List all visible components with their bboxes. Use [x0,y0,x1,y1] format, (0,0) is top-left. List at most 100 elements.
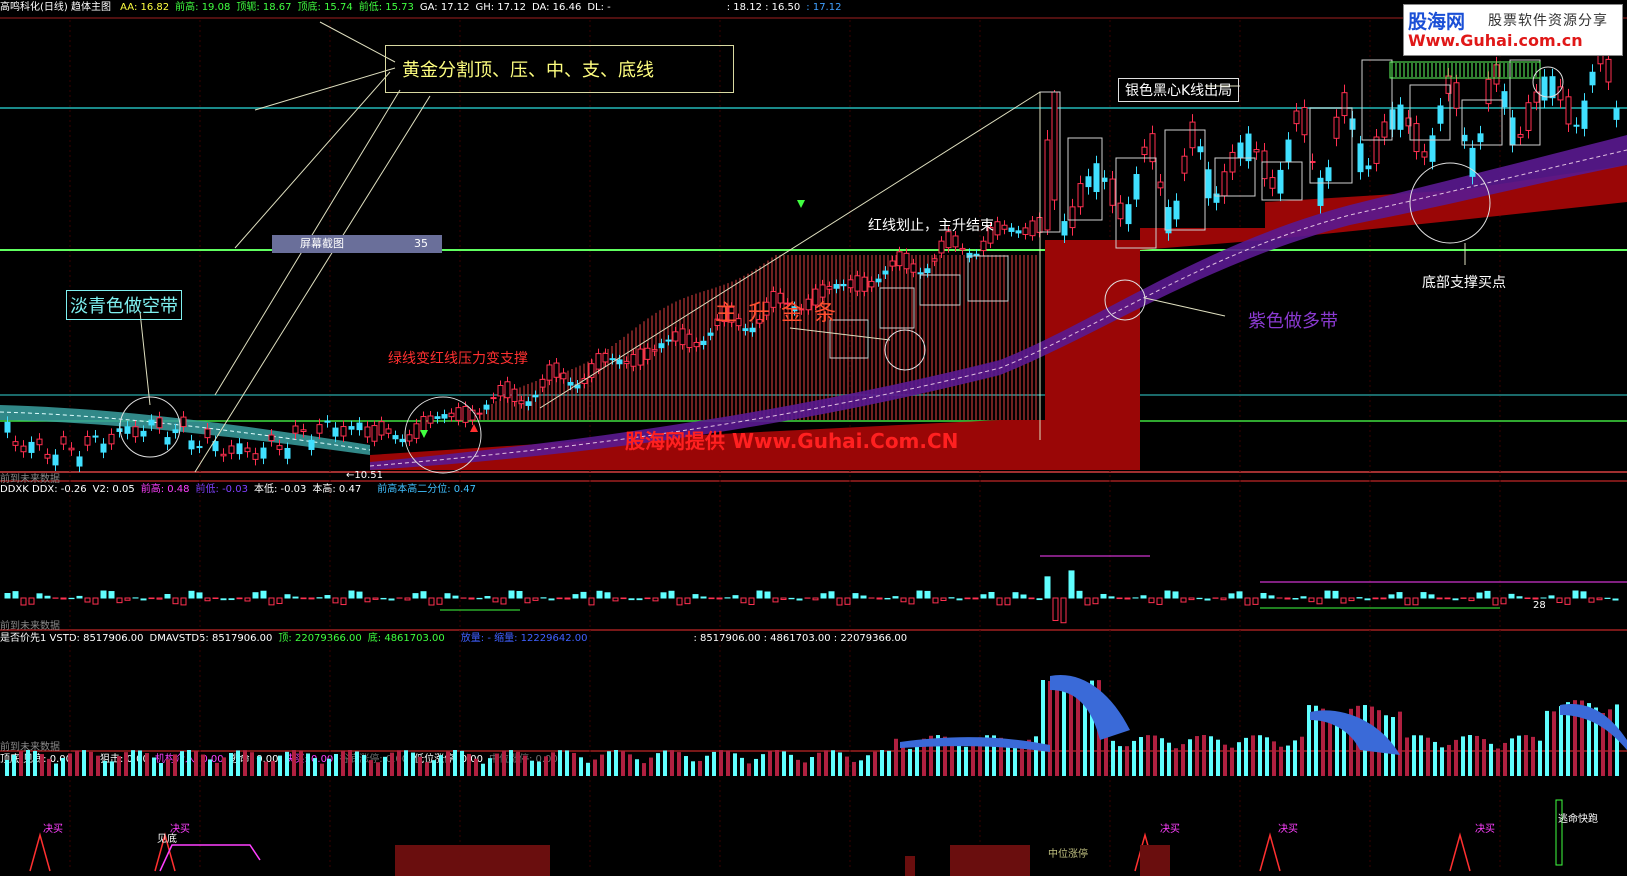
candle-body [340,426,347,437]
vstd-bar [628,754,632,776]
ddx-bar [1244,597,1251,606]
candle-body [100,443,107,453]
vstd-bar [1167,742,1171,776]
vstd-bar [1013,747,1017,776]
vstd-bar [894,738,898,776]
vstd-bar [467,753,471,776]
candle-body [441,414,448,419]
low-price-label: ←10.51 [346,470,384,481]
main-rise-label: 主 升 金 条 [715,301,838,326]
candle-body [1189,121,1196,149]
vstd-bar [26,750,30,776]
ddx-bar [60,597,67,600]
vstd-bar [1412,735,1416,776]
ddx-bar [1428,594,1435,599]
ddx-bar [356,591,363,599]
ddx-bar [1452,598,1459,601]
candle-body [68,447,75,451]
candle-body [630,354,637,367]
candle-body [413,423,420,439]
vstd-bar [334,753,338,776]
ddx-bar [420,591,427,599]
vstd-bar [1300,736,1304,776]
ddx-bar [1012,592,1019,599]
ddx-bar [332,597,339,604]
future-data-note: 前到未来数据 [0,474,60,485]
ddx-bar [1220,597,1227,601]
ddx-bar [1396,592,1403,599]
vstd-bar [12,754,16,776]
vstd-bar [803,762,807,776]
ddx-bar [532,597,539,601]
vstd-bar [971,741,975,776]
candle-body [1373,136,1380,164]
ddx-bar [244,597,251,602]
candle-body [52,454,59,466]
ddx-bar [1060,597,1067,624]
ddx-bar [1364,598,1371,601]
candle-body [560,372,567,380]
vstd-bar [432,760,436,776]
candle-body [1509,117,1516,145]
vstd-bar [40,754,44,776]
candle-body [637,348,644,366]
ddx-bar [1180,597,1187,603]
vstd-bar [418,756,422,776]
vstd-bar [390,752,394,776]
candle-body [616,359,623,365]
ddx-bar [92,597,99,605]
ddx-bar [1548,595,1555,599]
ddx-bar [44,595,51,599]
candle-body [1309,161,1316,164]
vstd-bar [957,745,961,776]
vstd-bar [131,750,135,776]
vstd-bar [222,757,226,776]
vstd-bar [1293,740,1297,776]
vstd-bar [1237,742,1241,776]
candle-body [1253,149,1260,153]
vstd-bar [1433,741,1437,776]
candle-body [1269,177,1276,189]
vstd-bar [1048,681,1052,776]
screenshot-pill[interactable]: 屏幕截图 35 [272,235,442,253]
guhai-logo[interactable]: 股海网 股票软件资源分享 Www.Guhai.com.cn [1403,4,1623,56]
candle-body [392,435,399,440]
ddx-bar [732,595,739,599]
ddx-bar [1468,597,1475,602]
candle-body [1581,100,1588,129]
vstd-bar [1055,684,1059,776]
ddx-bar [140,598,147,601]
candle-body [28,441,35,453]
ddx-bar [796,598,803,601]
candle-body [1437,105,1444,124]
candle-body [1205,169,1212,199]
vstd-bar [579,757,583,776]
vstd-bar [1041,680,1045,776]
vstd-bar [194,751,198,776]
vstd-bar [551,752,555,776]
vstd-bar [439,755,443,776]
candle-body [462,406,469,423]
vstd-bar [775,750,779,776]
vstd-bar [1510,738,1514,776]
ddx-bar [812,597,819,601]
ddx-bar [652,597,659,602]
candle-body [1229,151,1236,173]
candle-body [567,382,574,386]
vstd-bar [586,762,590,776]
vstd-bar [19,751,23,776]
vstd-bar [810,757,814,776]
vstd-bar [1202,735,1206,776]
vstd-bar [817,752,821,776]
ddx-bar [1252,597,1259,605]
ddx-bar [588,597,595,606]
vstd-bar [1181,744,1185,776]
vstd-bar [397,750,401,776]
vstd-bar [572,752,576,776]
ddx-bar [444,593,451,599]
ddx-bar [860,595,867,599]
ddx-bar [1068,570,1075,599]
candle-body [148,419,155,426]
vstd-bar [481,763,485,776]
ddx-bar [4,592,11,599]
